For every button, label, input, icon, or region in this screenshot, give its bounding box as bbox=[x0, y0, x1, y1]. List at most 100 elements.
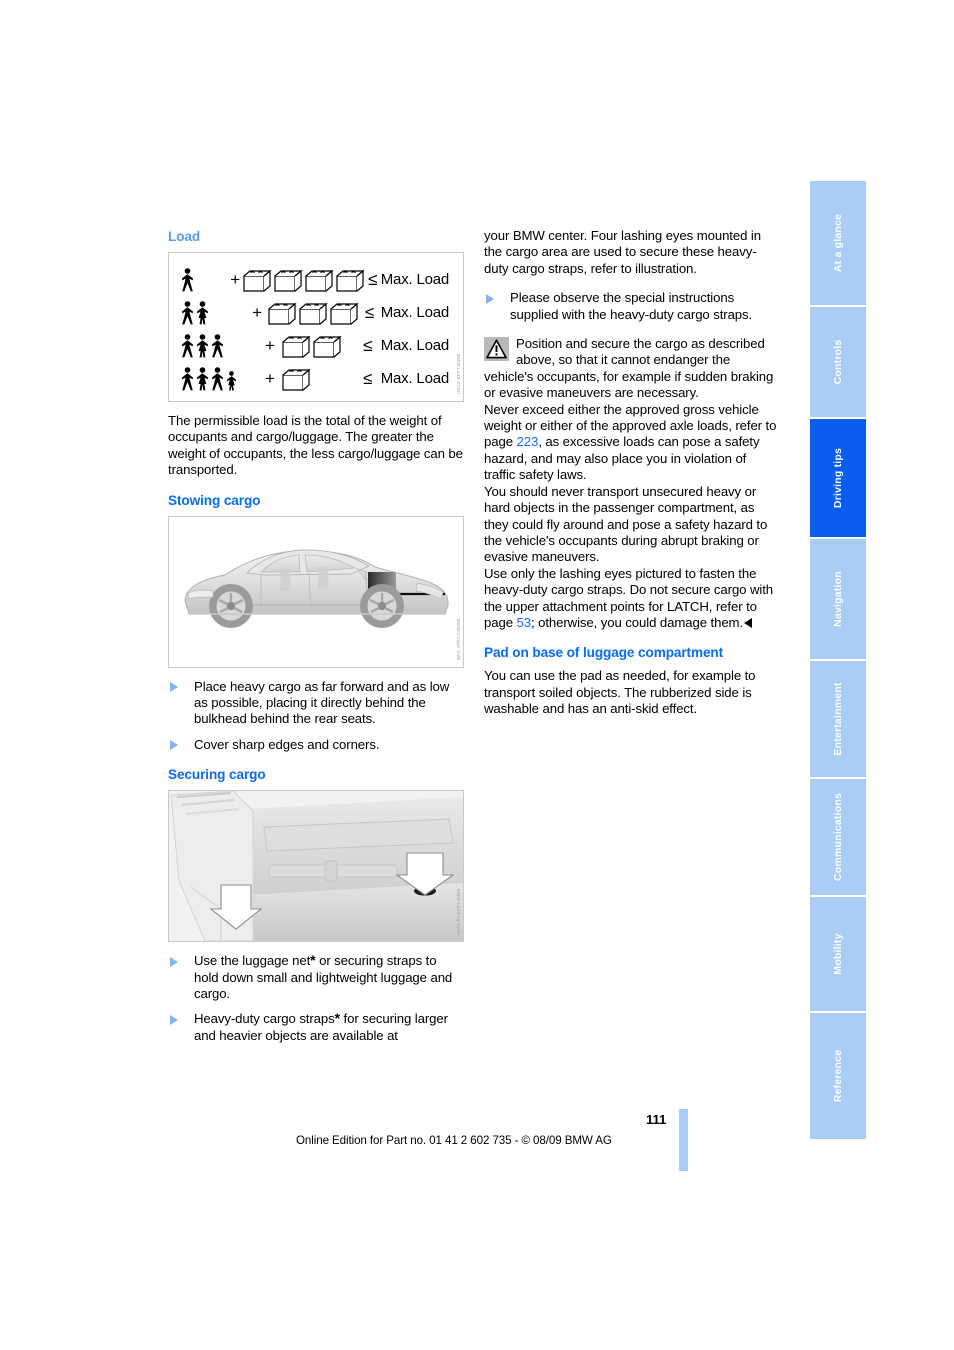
tab-label: Mobility bbox=[832, 933, 844, 975]
tab-navigation[interactable]: Navigation bbox=[810, 539, 866, 661]
warning-block: Position and secure the cargo as describ… bbox=[484, 336, 780, 631]
suitcase-icon bbox=[282, 368, 311, 391]
list-item: Use the luggage net* or securing straps … bbox=[168, 953, 464, 1002]
person-icon bbox=[197, 333, 208, 357]
tab-label: Communications bbox=[832, 793, 844, 881]
list-item: Heavy-duty cargo straps* for securing la… bbox=[168, 1011, 464, 1044]
box-icons bbox=[267, 300, 359, 326]
load-row: + ≤ Max. Load bbox=[181, 362, 449, 395]
list-item: Cover sharp edges and corners. bbox=[168, 737, 464, 753]
left-column: Load + ≤ Max. Load + ≤ Max. Load + ≤ Max… bbox=[168, 228, 464, 1057]
plus-sign: + bbox=[265, 335, 275, 355]
securing-cargo-figure: BMW-Lashing-Eyes bbox=[168, 790, 464, 943]
person-icon bbox=[212, 333, 223, 357]
warning-end-marker-icon bbox=[744, 617, 752, 628]
suitcase-icon bbox=[267, 302, 297, 325]
tab-controls[interactable]: Controls bbox=[810, 307, 866, 419]
max-load-label: Max. Load bbox=[380, 337, 449, 354]
section-heading-securing-cargo: Securing cargo bbox=[168, 767, 266, 783]
max-load-label: Max. Load bbox=[380, 370, 449, 387]
warning-paragraph-4b: ; otherwise, you could damage them. bbox=[530, 614, 743, 630]
section-heading-load: Load bbox=[168, 229, 201, 244]
less-equal-sign: ≤ bbox=[363, 335, 373, 355]
footer-edition-text: Online Edition for Part no. 01 41 2 602 … bbox=[296, 1134, 612, 1147]
tab-label: Controls bbox=[832, 339, 844, 385]
list-item: Please observe the special instructions … bbox=[484, 290, 780, 323]
section-heading-pad: Pad on base of luggage compartment bbox=[484, 645, 724, 661]
tab-label: Driving tips bbox=[832, 447, 844, 509]
load-diagram-figure: + ≤ Max. Load + ≤ Max. Load + ≤ Max. Loa… bbox=[168, 252, 464, 402]
tab-communications[interactable]: Communications bbox=[810, 779, 866, 897]
section-heading-stowing-cargo: Stowing cargo bbox=[168, 492, 261, 508]
tab-label: Reference bbox=[832, 1049, 844, 1103]
warning-paragraph-3: You should never transport unsecured hea… bbox=[484, 483, 768, 565]
load-paragraph: The permissible load is the total of the… bbox=[168, 413, 463, 478]
warning-triangle-icon bbox=[484, 337, 509, 362]
person-icons bbox=[181, 333, 259, 358]
load-diagram-rows: + ≤ Max. Load + ≤ Max. Load + ≤ Max. Loa… bbox=[181, 263, 449, 395]
load-row: + ≤ Max. Load bbox=[181, 263, 449, 296]
less-equal-sign: ≤ bbox=[363, 368, 373, 388]
figure-id-code: BMW-Load-Chart bbox=[456, 354, 461, 395]
cargo-area-illustration bbox=[169, 791, 463, 942]
list-item-text: Place heavy cargo as far forward and as … bbox=[194, 678, 450, 727]
load-row: + ≤ Max. Load bbox=[181, 329, 449, 362]
triangle-bullet-icon bbox=[170, 682, 178, 693]
list-item: Place heavy cargo as far forward and as … bbox=[168, 679, 464, 728]
tab-driving-tips[interactable]: Driving tips bbox=[810, 419, 866, 539]
triangle-bullet-icon bbox=[486, 293, 494, 304]
securing-cargo-bullets: Use the luggage net* or securing straps … bbox=[168, 953, 464, 1044]
page-reference-223[interactable]: 223 bbox=[517, 434, 539, 449]
triangle-bullet-icon bbox=[170, 1014, 178, 1025]
tab-label: Navigation bbox=[832, 571, 844, 627]
person-icons bbox=[181, 267, 229, 292]
person-icon bbox=[226, 370, 237, 390]
box-icons bbox=[281, 366, 355, 392]
less-equal-sign: ≤ bbox=[364, 302, 375, 322]
suitcase-icon bbox=[329, 302, 359, 325]
load-row: + ≤ Max. Load bbox=[181, 296, 449, 329]
plus-sign: + bbox=[265, 368, 275, 388]
person-icon bbox=[182, 366, 193, 390]
list-item-text-pre: Use the luggage net bbox=[194, 953, 311, 969]
suitcase-icon bbox=[305, 269, 334, 292]
tab-at-a-glance[interactable]: At a glance bbox=[810, 181, 866, 307]
plus-sign: + bbox=[230, 269, 241, 289]
tab-mobility[interactable]: Mobility bbox=[810, 897, 866, 1013]
tab-label: Entertainment bbox=[832, 682, 844, 756]
person-icons bbox=[181, 300, 248, 325]
tab-entertainment[interactable]: Entertainment bbox=[810, 661, 866, 779]
chapter-tabs: At a glance Controls Driving tips Naviga… bbox=[810, 181, 866, 1139]
suitcase-icon bbox=[282, 335, 311, 358]
less-equal-sign: ≤ bbox=[368, 269, 378, 289]
suitcase-icon bbox=[313, 335, 342, 358]
triangle-bullet-icon bbox=[170, 956, 178, 967]
continuation-paragraph: your BMW center. Four lashing eyes mount… bbox=[484, 228, 761, 276]
list-item-text: Please observe the special instructions … bbox=[510, 290, 753, 322]
person-icon bbox=[182, 267, 193, 291]
right-column: your BMW center. Four lashing eyes mount… bbox=[484, 228, 780, 731]
figure-id-code: BMW-Coupe-Side bbox=[456, 618, 461, 661]
tab-label: At a glance bbox=[832, 213, 844, 273]
suitcase-icon bbox=[298, 302, 328, 325]
tab-reference[interactable]: Reference bbox=[810, 1013, 866, 1139]
person-icon bbox=[197, 366, 208, 390]
stowing-cargo-bullets: Place heavy cargo as far forward and as … bbox=[168, 679, 464, 754]
max-load-label: Max. Load bbox=[380, 271, 450, 288]
stowing-cargo-figure: BMW-Coupe-Side bbox=[168, 515, 464, 668]
right-column-bullets: Please observe the special instructions … bbox=[484, 290, 780, 323]
person-icon bbox=[182, 300, 193, 324]
pad-paragraph: You can use the pad as needed, for examp… bbox=[484, 668, 756, 717]
page-number: 111 bbox=[646, 1112, 667, 1127]
person-icon bbox=[182, 333, 193, 357]
suitcase-icon bbox=[243, 269, 272, 292]
person-icon bbox=[212, 366, 223, 390]
suitcase-icon bbox=[336, 269, 365, 292]
manual-page: Load + ≤ Max. Load + ≤ Max. Load + ≤ Max… bbox=[0, 0, 954, 1350]
page-number-bar bbox=[679, 1109, 688, 1171]
max-load-label: Max. Load bbox=[380, 304, 449, 321]
person-icons bbox=[181, 366, 259, 391]
figure-id-code: BMW-Lashing-Eyes bbox=[456, 889, 461, 936]
warning-paragraph-1: Position and secure the cargo as describ… bbox=[484, 336, 774, 401]
page-reference-53[interactable]: 53 bbox=[517, 615, 532, 630]
